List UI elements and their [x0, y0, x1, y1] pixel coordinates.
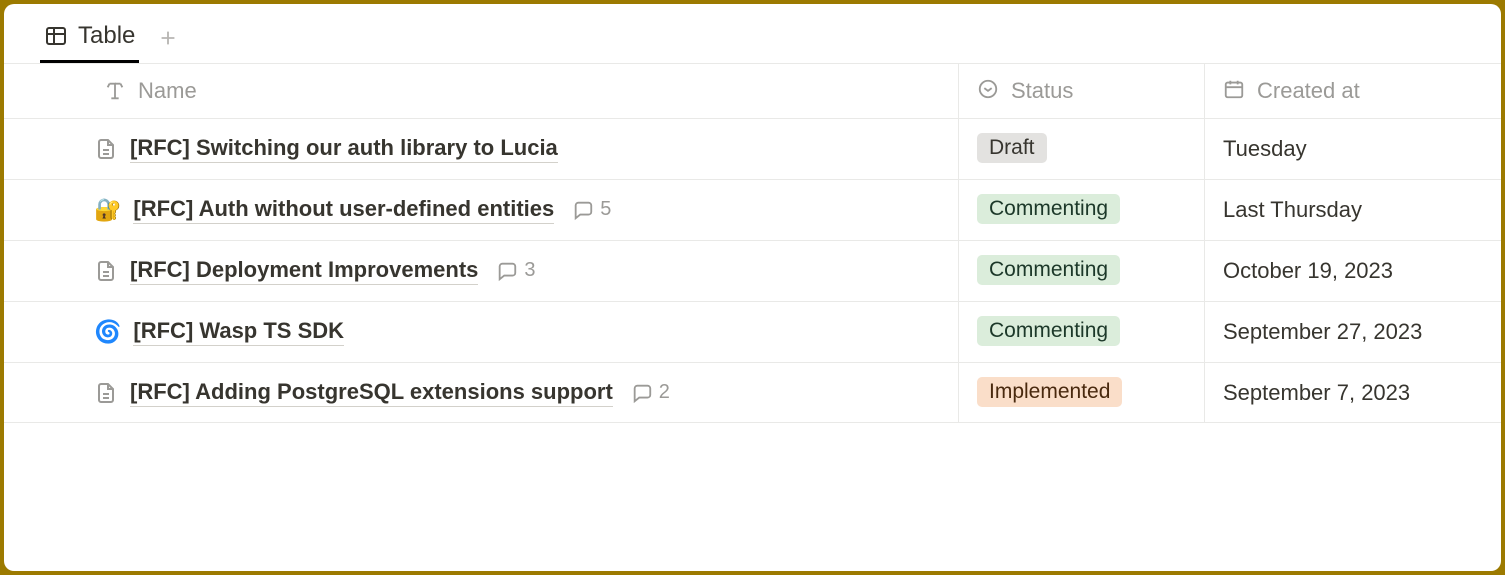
created-at-value: September 27, 2023 — [1223, 316, 1422, 348]
table-row[interactable]: [RFC] Switching our auth library to Luci… — [4, 119, 1501, 180]
status-badge: Commenting — [977, 194, 1120, 224]
page-title-link[interactable]: [RFC] Wasp TS SDK — [133, 318, 344, 346]
comment-count-value: 3 — [524, 259, 535, 282]
cell-status[interactable]: Draft — [958, 119, 1204, 179]
cell-name[interactable]: [RFC] Deployment Improvements 3 — [4, 241, 958, 301]
column-header-status[interactable]: Status — [958, 64, 1204, 118]
cell-created[interactable]: October 19, 2023 — [1204, 241, 1501, 301]
view-tabs: Table — [4, 4, 1501, 63]
column-header-label: Status — [1011, 78, 1073, 104]
column-header-created[interactable]: Created at — [1204, 64, 1501, 118]
data-table: Name Status Created at — [4, 64, 1501, 423]
created-at-value: September 7, 2023 — [1223, 377, 1410, 409]
comment-count[interactable]: 5 — [572, 198, 611, 221]
cell-name[interactable]: 🌀 [RFC] Wasp TS SDK — [4, 302, 958, 362]
status-badge: Commenting — [977, 316, 1120, 346]
cell-status[interactable]: Commenting — [958, 241, 1204, 301]
cell-name[interactable]: 🔐 [RFC] Auth without user-defined entiti… — [4, 180, 958, 240]
table-header-row: Name Status Created at — [4, 64, 1501, 119]
add-view-button[interactable] — [157, 27, 179, 51]
tab-table[interactable]: Table — [40, 14, 139, 63]
cell-name[interactable]: [RFC] Switching our auth library to Luci… — [4, 119, 958, 179]
table-row[interactable]: [RFC] Deployment Improvements 3 Commenti… — [4, 241, 1501, 302]
cyclone-icon: 🌀 — [94, 321, 121, 343]
page-title-link[interactable]: [RFC] Deployment Improvements — [130, 257, 478, 285]
column-header-label: Created at — [1257, 78, 1360, 104]
column-header-label: Name — [138, 78, 197, 104]
comment-count-value: 2 — [659, 381, 670, 404]
created-time-property-icon — [1223, 78, 1245, 100]
lock-key-icon: 🔐 — [94, 199, 121, 221]
column-header-name[interactable]: Name — [4, 64, 958, 118]
created-at-value: October 19, 2023 — [1223, 255, 1393, 287]
comment-count[interactable]: 2 — [631, 381, 670, 404]
page-icon — [94, 381, 118, 405]
cell-created[interactable]: Tuesday — [1204, 119, 1501, 179]
table-row[interactable]: 🔐 [RFC] Auth without user-defined entiti… — [4, 180, 1501, 241]
page-title-link[interactable]: [RFC] Adding PostgreSQL extensions suppo… — [130, 379, 613, 407]
cell-name[interactable]: [RFC] Adding PostgreSQL extensions suppo… — [4, 363, 958, 423]
title-property-icon — [104, 80, 126, 102]
cell-status[interactable]: Commenting — [958, 180, 1204, 240]
cell-status[interactable]: Commenting — [958, 302, 1204, 362]
table-icon — [44, 24, 68, 48]
status-badge: Implemented — [977, 377, 1122, 407]
comment-count[interactable]: 3 — [496, 259, 535, 282]
page-icon — [94, 259, 118, 283]
page-title-link[interactable]: [RFC] Auth without user-defined entities — [133, 196, 554, 224]
tab-label: Table — [78, 22, 135, 50]
database-view-window: Table Name — [4, 4, 1501, 571]
created-at-value: Last Thursday — [1223, 194, 1362, 226]
cell-created[interactable]: September 7, 2023 — [1204, 363, 1501, 423]
page-title-link[interactable]: [RFC] Switching our auth library to Luci… — [130, 135, 558, 163]
table-row[interactable]: 🌀 [RFC] Wasp TS SDK Commenting September… — [4, 302, 1501, 363]
comment-count-value: 5 — [600, 198, 611, 221]
status-badge: Draft — [977, 133, 1047, 163]
created-at-value: Tuesday — [1223, 133, 1307, 165]
cell-created[interactable]: September 27, 2023 — [1204, 302, 1501, 362]
cell-status[interactable]: Implemented — [958, 363, 1204, 423]
page-icon — [94, 137, 118, 161]
table-row[interactable]: [RFC] Adding PostgreSQL extensions suppo… — [4, 363, 1501, 424]
status-badge: Commenting — [977, 255, 1120, 285]
cell-created[interactable]: Last Thursday — [1204, 180, 1501, 240]
select-property-icon — [977, 78, 999, 100]
